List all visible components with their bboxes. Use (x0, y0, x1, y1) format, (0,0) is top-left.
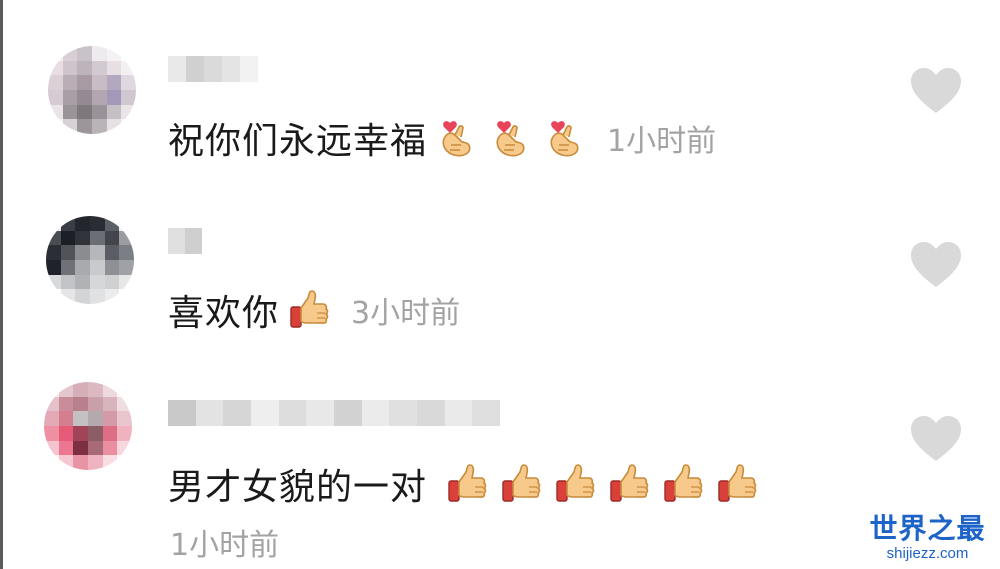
watermark-cn: 世界之最 (869, 512, 986, 545)
like-button[interactable] (908, 240, 964, 290)
avatar[interactable] (44, 382, 132, 470)
comment-timestamp: 3小时前 (351, 296, 461, 331)
comment-line: 祝你们永远幸福 1小时前 (168, 112, 716, 164)
username-blurred[interactable] (168, 400, 501, 426)
thumbs-up-emoji (715, 461, 761, 507)
comment-text: 喜欢你 (168, 293, 280, 334)
like-button[interactable] (908, 66, 964, 116)
username-blurred[interactable] (168, 56, 258, 82)
heart-icon (911, 416, 961, 461)
avatar[interactable] (46, 216, 134, 304)
thumbs-up-emoji (499, 461, 545, 507)
watermark-logo: 世界之最 shijiezz.com (865, 513, 990, 563)
finger-heart-emoji (543, 115, 589, 161)
comment-timestamp: 1小时前 (170, 528, 280, 563)
finger-heart-emoji (489, 115, 535, 161)
thumbs-up-emoji (607, 461, 653, 507)
watermark-en: shijiezz.com (886, 545, 969, 562)
comment-text: 祝你们永远幸福 (168, 121, 428, 162)
avatar[interactable] (48, 46, 136, 134)
comment-line: 男才女貌的一对 (168, 458, 761, 510)
like-button[interactable] (908, 414, 964, 464)
heart-icon (911, 68, 961, 113)
comment-list: 祝你们永远幸福 1小时前 喜欢你 3小时前 男才女貌的一对 1小时前 世界之最 … (0, 0, 1000, 569)
finger-heart-emoji (435, 115, 481, 161)
comment-text: 男才女貌的一对 (168, 467, 428, 508)
thumbs-up-emoji (661, 461, 707, 507)
heart-icon (911, 242, 961, 287)
thumbs-up-emoji (287, 287, 333, 333)
comment-timestamp: 1小时前 (607, 124, 717, 159)
thumbs-up-emoji (553, 461, 599, 507)
thumbs-up-emoji (445, 461, 491, 507)
window-edge (0, 0, 3, 569)
comment-line: 喜欢你 3小时前 (168, 284, 460, 336)
username-blurred[interactable] (168, 228, 202, 254)
